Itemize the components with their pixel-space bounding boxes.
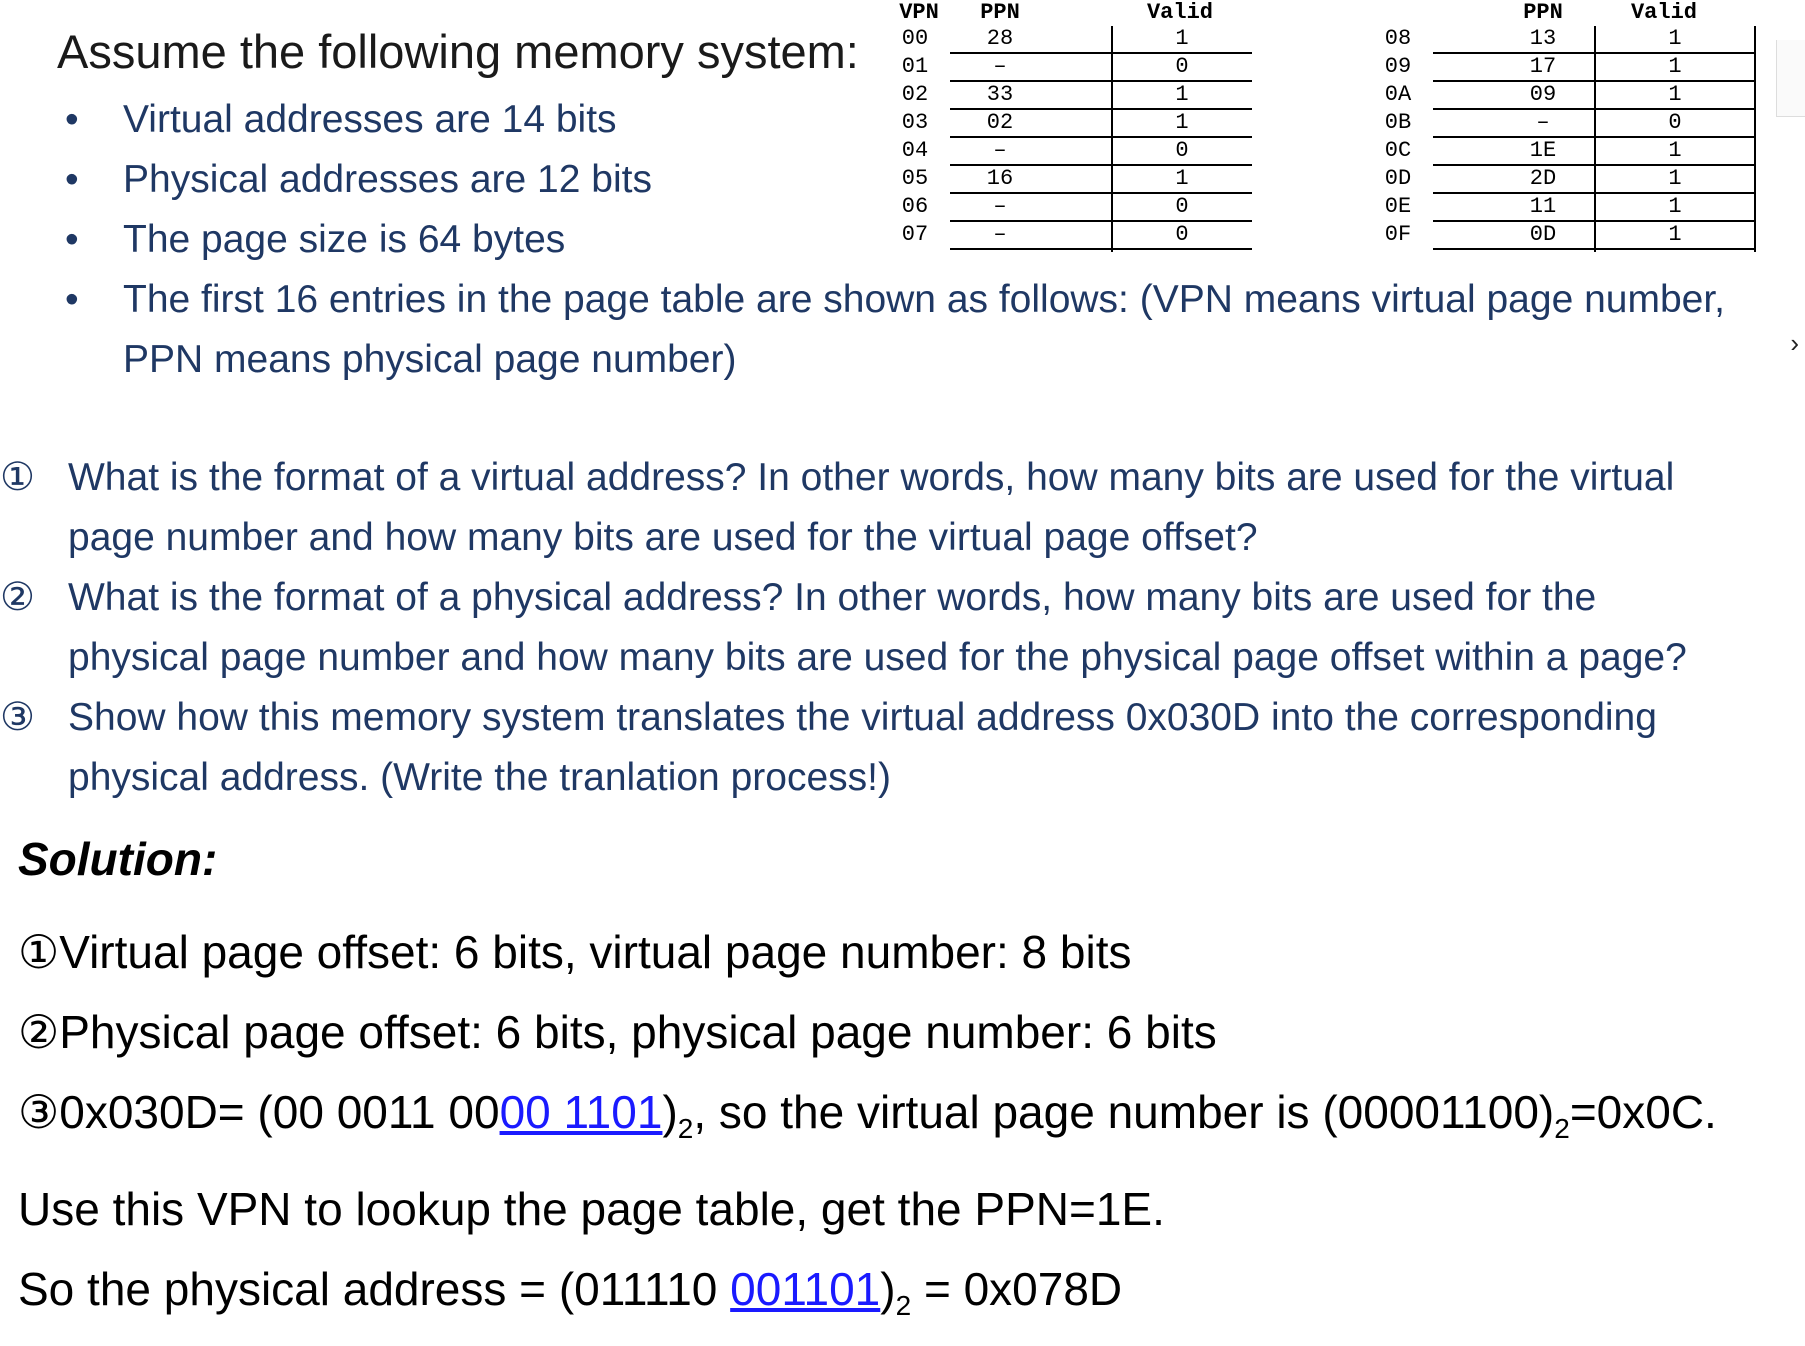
ppn-cell: 09 <box>1529 82 1557 107</box>
page-edge-control <box>1776 40 1805 117</box>
ppn-cell: 0D <box>1529 222 1557 247</box>
ppn-header: PPN <box>980 0 1020 25</box>
valid-cell: 1 <box>1175 26 1189 51</box>
valid-cell: 1 <box>1668 194 1682 219</box>
vpn-cell: 0F <box>1384 222 1412 247</box>
underlined-offset-bits: 00 1101 <box>499 1086 663 1138</box>
valid-cell: 0 <box>1175 54 1189 79</box>
question-text: Show how this memory system translates t… <box>68 696 1657 739</box>
solution-line-2: ②Physical page offset: 6 bits, physical … <box>18 1006 1217 1058</box>
vpn-cell: 0C <box>1384 138 1412 163</box>
question-text: What is the format of a virtual address?… <box>68 456 1675 499</box>
vpn-header: VPN <box>899 0 939 25</box>
solution-line-5: So the physical address = (011110 001101… <box>18 1249 1717 1346</box>
page-table-left: VPN PPN Valid 00 28 1 01–0 02 33 1 03 02 1 04–0 05 1… <box>890 0 1275 260</box>
vpn-cell: 00 <box>901 26 929 51</box>
page-table-right: PPN Valid 08 13 1 09 17 1 0A 09 1 0B – 0 0C 1E 1 0D 2D 1 0… <box>1373 0 1758 260</box>
vpn-cell: 02 <box>901 82 929 107</box>
question-1-continued: page number and how many bits are used f… <box>68 516 1258 559</box>
text-segment: =0x0C. <box>1569 1086 1717 1138</box>
questions-list: ① What is the format of a virtual addres… <box>0 448 1687 808</box>
solution-line-1: ①Virtual page offset: 6 bits, virtual pa… <box>18 926 1132 978</box>
valid-cell: 1 <box>1175 166 1189 191</box>
ppn-cell: 02 <box>986 110 1014 135</box>
subscript-base: 2 <box>895 1290 912 1322</box>
question-number: ② <box>0 576 35 619</box>
bullet-page-table: The first 16 entries in the page table a… <box>65 270 1725 330</box>
valid-cell: 0 <box>1175 138 1189 163</box>
subscript-base: 2 <box>1554 1113 1570 1145</box>
valid-cell: 0 <box>1668 110 1682 135</box>
valid-header: Valid <box>1630 0 1697 25</box>
ppn-cell: – <box>993 222 1007 247</box>
valid-header: Valid <box>1146 0 1213 25</box>
question-text: What is the format of a physical address… <box>68 576 1597 619</box>
ppn-header: PPN <box>1523 0 1563 25</box>
vpn-cell: 0B <box>1384 110 1412 135</box>
text-segment: ) <box>880 1263 896 1316</box>
ppn-cell: 33 <box>986 82 1014 107</box>
text-segment: ) <box>662 1086 678 1138</box>
page-title: Assume the following memory system: <box>57 25 859 78</box>
valid-cell: 1 <box>1668 82 1682 107</box>
bullet-page-table-continued: PPN means physical page number) <box>123 338 737 381</box>
vpn-cell: 0E <box>1384 194 1412 219</box>
text-segment: , so the virtual page number is (0000110… <box>693 1086 1555 1138</box>
page-edge-mark: › <box>1790 328 1799 358</box>
valid-cell: 1 <box>1175 110 1189 135</box>
row-divider <box>950 248 1252 250</box>
valid-cell: 1 <box>1668 138 1682 163</box>
vpn-cell: 03 <box>901 110 929 135</box>
valid-cell: 0 <box>1175 194 1189 219</box>
text-segment: = 0x078D <box>911 1263 1123 1316</box>
vpn-cell: 0A <box>1384 82 1412 107</box>
valid-cell: 1 <box>1668 26 1682 51</box>
question-3-continued: physical address. (Write the tranlation … <box>68 756 891 799</box>
vpn-cell: 07 <box>901 222 929 247</box>
vpn-cell: 04 <box>901 138 929 163</box>
question-number: ③ <box>0 696 35 739</box>
row-divider <box>1433 248 1755 250</box>
ppn-cell: – <box>1536 110 1550 135</box>
question-2: ② What is the format of a physical addre… <box>0 568 1687 628</box>
solution-line-3: ③0x030D= (00 0011 0000 1101)2, so the vi… <box>18 1072 1717 1169</box>
vpn-cell: 08 <box>1384 26 1412 51</box>
question-3: ③ Show how this memory system translates… <box>0 688 1687 748</box>
text-segment: So the physical address = (011110 <box>18 1263 731 1316</box>
vpn-cell: 0D <box>1384 166 1412 191</box>
solution-title: Solution: <box>18 833 218 885</box>
ppn-cell: – <box>993 194 1007 219</box>
valid-cell: 1 <box>1668 222 1682 247</box>
question-number: ① <box>0 456 35 499</box>
subscript-base: 2 <box>677 1113 694 1145</box>
question-1: ① What is the format of a virtual addres… <box>0 448 1687 508</box>
text-segment: ③0x030D= (00 0011 00 <box>18 1086 500 1138</box>
ppn-cell: – <box>993 54 1007 79</box>
vpn-cell: 09 <box>1384 54 1412 79</box>
ppn-cell: 2D <box>1529 166 1557 191</box>
ppn-cell: 28 <box>986 26 1014 51</box>
ppn-cell: 13 <box>1529 26 1557 51</box>
valid-cell: 1 <box>1668 54 1682 79</box>
solution-body: ①Virtual page offset: 6 bits, virtual pa… <box>18 912 1717 1346</box>
question-2-continued: physical page number and how many bits a… <box>68 636 1687 679</box>
valid-cell: 1 <box>1668 166 1682 191</box>
valid-cell: 1 <box>1175 82 1189 107</box>
vpn-cell: 05 <box>901 166 929 191</box>
vpn-cell: 01 <box>901 54 929 79</box>
vpn-cell: 06 <box>901 194 929 219</box>
ppn-cell: – <box>993 138 1007 163</box>
ppn-cell: 17 <box>1529 54 1557 79</box>
solution-line-4: Use this VPN to lookup the page table, g… <box>18 1183 1165 1236</box>
valid-cell: 0 <box>1175 222 1189 247</box>
ppn-cell: 1E <box>1529 138 1557 163</box>
ppn-cell: 16 <box>986 166 1014 191</box>
underlined-offset-bits: 001101 <box>730 1263 881 1316</box>
ppn-cell: 11 <box>1529 194 1557 219</box>
